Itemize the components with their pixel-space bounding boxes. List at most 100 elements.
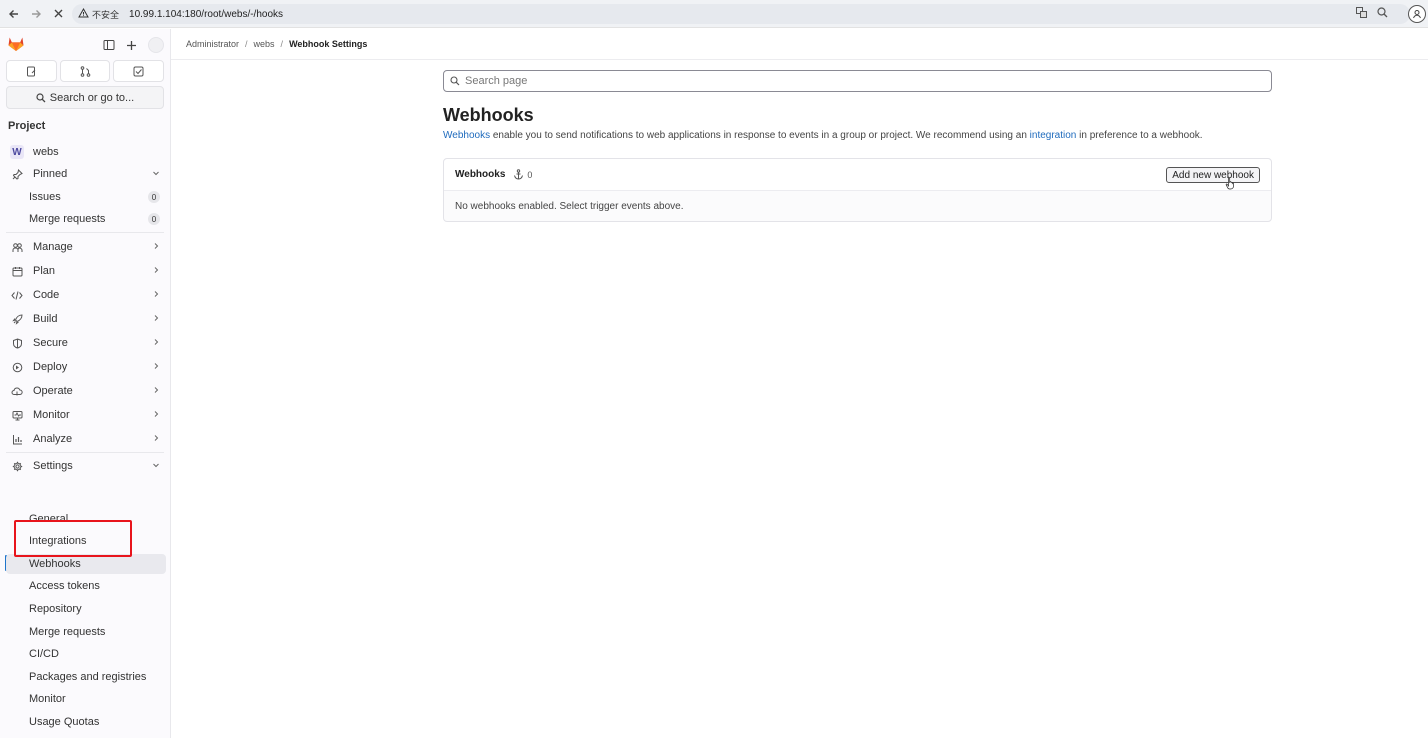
sidebar-item-access-tokens[interactable]: Access tokens xyxy=(6,576,166,596)
sidebar-item-label: Access tokens xyxy=(29,580,100,592)
breadcrumb-separator: / xyxy=(280,39,284,49)
search-page-input[interactable]: Search page xyxy=(443,70,1272,92)
todo-icon xyxy=(133,66,144,76)
breadcrumb-item-current[interactable]: Webhook Settings xyxy=(289,39,367,49)
browser-profile-icon[interactable] xyxy=(1408,5,1426,23)
sidebar-item-label: Webhooks xyxy=(29,558,81,570)
global-search-button[interactable]: Search or go to... xyxy=(6,86,164,109)
sidebar-item-settings-monitor[interactable]: Monitor xyxy=(6,689,166,709)
integration-link[interactable]: integration xyxy=(1030,130,1077,141)
sidebar-item-build[interactable]: Build xyxy=(6,308,166,330)
insecure-indicator[interactable]: 不安全 xyxy=(78,7,120,21)
sidebar-item-label: Issues xyxy=(29,191,61,203)
translate-icon[interactable] xyxy=(1356,7,1367,21)
breadcrumb-separator: / xyxy=(245,39,248,49)
sidebar-item-analyze[interactable]: Analyze xyxy=(6,428,166,450)
gear-icon xyxy=(10,459,24,473)
back-arrow-icon[interactable] xyxy=(3,3,25,25)
sidebar-item-label: Repository xyxy=(29,603,82,615)
forward-arrow-icon[interactable] xyxy=(25,3,47,25)
sidebar-item-ci-cd[interactable]: CI/CD xyxy=(6,644,166,664)
sidebar-toggle-icon[interactable] xyxy=(102,39,115,52)
sidebar-item-label: Usage Quotas xyxy=(29,716,100,728)
sidebar-item-label: Analyze xyxy=(33,433,73,445)
search-placeholder: Search page xyxy=(465,75,528,87)
monitor-icon xyxy=(10,408,24,422)
pin-icon xyxy=(10,167,24,181)
sidebar-item-label: Manage xyxy=(33,241,73,253)
warning-icon xyxy=(78,7,89,20)
sidebar-item-manage[interactable]: Manage xyxy=(6,236,166,258)
sidebar-item-label: Deploy xyxy=(33,361,68,373)
divider xyxy=(6,232,164,233)
sidebar-item-label: Operate xyxy=(33,385,73,397)
sidebar-item-settings[interactable]: Settings xyxy=(6,455,166,477)
sidebar-item-repository[interactable]: Repository xyxy=(6,599,166,619)
stop-loading-icon[interactable] xyxy=(47,3,69,25)
assigned-issues-button[interactable] xyxy=(6,60,57,82)
add-new-webhook-button[interactable]: Add new webhook xyxy=(1166,167,1260,183)
browser-toolbar: 不安全 10.99.1.104:180/root/webs/-/hooks xyxy=(0,0,1428,28)
sidebar-item-label: CI/CD xyxy=(29,648,59,660)
sidebar-item-pinned[interactable]: Pinned xyxy=(6,163,166,185)
plus-icon[interactable] xyxy=(125,39,138,52)
search-label: Search or go to... xyxy=(49,91,135,104)
chevron-down-icon xyxy=(152,461,160,472)
sidebar-item-webhooks[interactable]: Webhooks xyxy=(6,554,166,574)
deploy-icon xyxy=(10,360,24,374)
chevron-right-icon xyxy=(152,386,160,397)
search-icon xyxy=(450,76,460,86)
user-avatar[interactable] xyxy=(148,37,164,53)
sidebar-item-plan[interactable]: Plan xyxy=(6,260,166,282)
chevron-right-icon xyxy=(152,242,160,253)
zoom-icon[interactable] xyxy=(1377,7,1388,21)
gitlab-logo-icon[interactable] xyxy=(7,35,25,52)
todos-button[interactable] xyxy=(113,60,165,82)
sidebar-item-monitor[interactable]: Monitor xyxy=(6,404,166,426)
sidebar-item-deploy[interactable]: Deploy xyxy=(6,356,166,378)
sidebar-item-label: Build xyxy=(33,313,58,325)
sidebar-item-label: Secure xyxy=(33,337,68,349)
sidebar-item-secure[interactable]: Secure xyxy=(6,332,166,354)
sidebar-item-label: Code xyxy=(33,289,60,301)
breadcrumb: Administrator / webs / Webhook Settings xyxy=(186,39,367,49)
project-link-webs[interactable]: W webs xyxy=(6,141,166,163)
chevron-right-icon xyxy=(152,410,160,421)
card-body-empty-state: No webhooks enabled. Select trigger even… xyxy=(455,200,684,212)
chevron-right-icon xyxy=(152,362,160,373)
url-text[interactable]: 10.99.1.104:180/root/webs/-/hooks xyxy=(129,9,283,20)
address-bar[interactable]: 不安全 10.99.1.104:180/root/webs/-/hooks xyxy=(72,4,1410,24)
issues-icon xyxy=(26,66,36,76)
breadcrumb-item-administrator[interactable]: Administrator xyxy=(186,39,239,49)
calendar-icon xyxy=(10,264,24,278)
users-icon xyxy=(10,240,24,254)
chevron-down-icon xyxy=(152,169,160,180)
sidebar-item-label: Pinned xyxy=(33,168,68,180)
sidebar-item-code[interactable]: Code xyxy=(6,284,166,306)
webhooks-docs-link[interactable]: Webhooks xyxy=(443,130,490,141)
sidebar: Search or go to... Project W webs Pinned… xyxy=(0,29,171,738)
chevron-right-icon xyxy=(152,314,160,325)
pointer-cursor-icon xyxy=(1225,177,1234,190)
sidebar-item-merge-requests[interactable]: Merge requests 0 xyxy=(6,209,166,229)
sidebar-item-issues[interactable]: Issues 0 xyxy=(6,187,166,207)
page-title: Webhooks xyxy=(443,105,534,125)
page-description: Webhooks enable you to send notification… xyxy=(443,130,1203,141)
sidebar-item-settings-merge-requests[interactable]: Merge requests xyxy=(6,622,166,642)
annotation-highlight-box xyxy=(14,520,132,557)
anchor-icon xyxy=(514,169,524,180)
insecure-label: 不安全 xyxy=(92,9,120,20)
divider xyxy=(6,452,164,453)
description-text: enable you to send notifications to web … xyxy=(490,130,1030,141)
breadcrumb-item-webs[interactable]: webs xyxy=(254,39,275,49)
shield-icon xyxy=(10,336,24,350)
count-badge: 0 xyxy=(148,213,160,225)
sidebar-item-usage-quotas[interactable]: Usage Quotas xyxy=(6,712,166,732)
sidebar-item-label: Settings xyxy=(33,460,73,472)
sidebar-item-operate[interactable]: Operate xyxy=(6,380,166,402)
chart-icon xyxy=(10,432,24,446)
sidebar-item-packages-registries[interactable]: Packages and registries xyxy=(6,667,166,687)
cloud-icon xyxy=(10,384,24,398)
merge-requests-button[interactable] xyxy=(59,60,111,82)
description-text-end: in preference to a webhook. xyxy=(1076,130,1203,141)
